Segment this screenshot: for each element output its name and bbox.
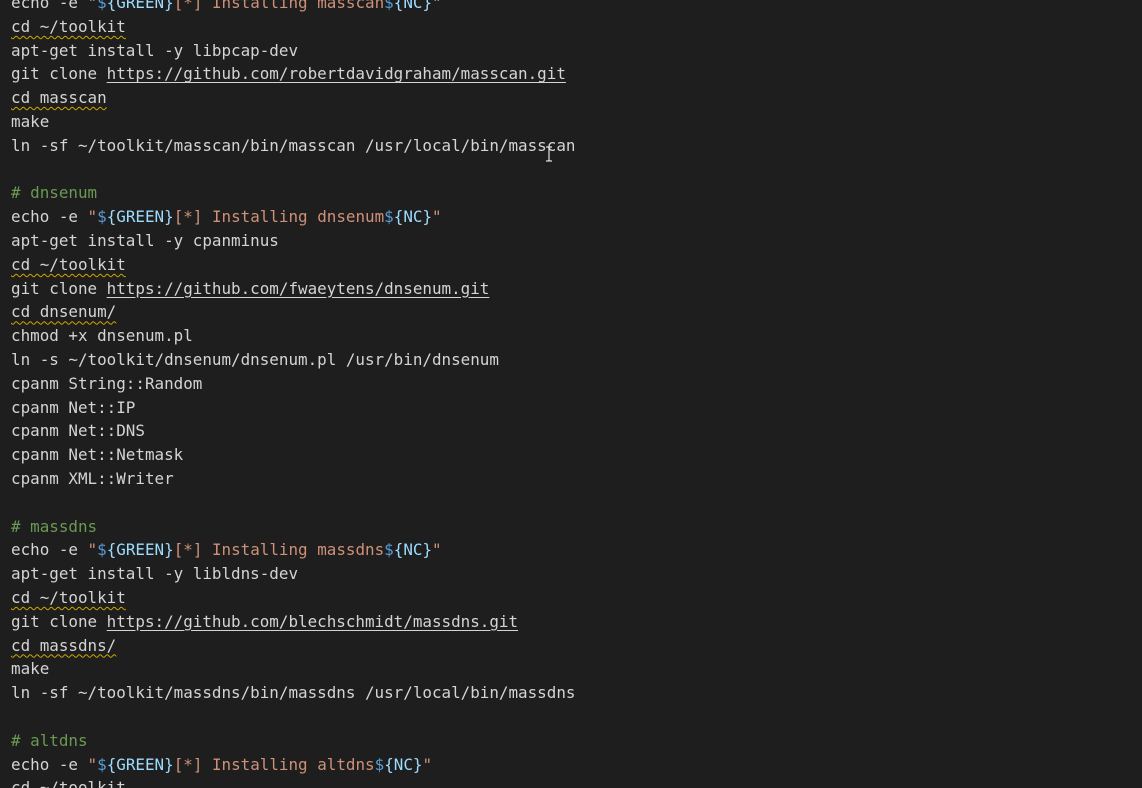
code-token: make <box>11 111 50 131</box>
code-line[interactable]: cd ~/toolkit <box>11 776 575 788</box>
code-line[interactable]: cd ~/toolkit <box>11 253 575 277</box>
string-literal: " <box>87 540 98 560</box>
code-line[interactable]: git clone https://github.com/robertdavid… <box>11 62 575 86</box>
code-line[interactable]: # altdns <box>11 729 575 753</box>
string-literal: " <box>432 540 442 560</box>
code-token: apt-get install -y libpcap-dev <box>11 40 299 60</box>
code-line[interactable]: make <box>11 657 575 681</box>
code-line[interactable]: ln -s ~/toolkit/dnsenum/dnsenum.pl /usr/… <box>11 348 575 372</box>
url-link[interactable]: https://github.com/blechschmidt/massdns.… <box>107 612 518 631</box>
string-literal: " <box>422 754 433 774</box>
code-line[interactable]: # dnsenum <box>11 181 575 205</box>
code-token: apt-get install -y cpanminus <box>11 230 279 250</box>
code-token: cpanm Net::IP <box>11 397 136 417</box>
variable-name: {GREEN} <box>106 754 174 774</box>
code-line[interactable]: cpanm Net::DNS <box>11 419 575 443</box>
string-literal: [*] Installing dnsenum <box>173 207 385 227</box>
string-literal: [*] Installing altdns <box>173 754 375 774</box>
code-line[interactable]: git clone https://github.com/blechschmid… <box>11 610 575 634</box>
variable-name: {NC} <box>384 754 423 774</box>
dollar-sign: $ <box>97 207 107 227</box>
blank-line[interactable] <box>11 491 575 515</box>
code-line[interactable]: cpanm Net::IP <box>11 396 575 420</box>
code-token: git clone <box>11 611 107 631</box>
code-line[interactable]: ln -sf ~/toolkit/masscan/bin/masscan /us… <box>11 134 575 158</box>
code-content[interactable]: echo -e "${GREEN}[*] Installing masscan$… <box>11 0 575 788</box>
string-literal: [*] Installing massdns <box>173 540 385 560</box>
variable-name: {NC} <box>393 0 433 12</box>
code-token: make <box>11 659 50 679</box>
warning-squiggle-text: cd ~/toolkit <box>11 254 126 274</box>
code-token: apt-get install -y libldns-dev <box>11 564 299 584</box>
blank-line[interactable] <box>11 158 575 182</box>
code-editor[interactable]: echo -e "${GREEN}[*] Installing masscan$… <box>0 0 1142 788</box>
code-token: echo -e <box>11 207 88 227</box>
warning-squiggle-text: cd ~/toolkit <box>11 587 126 607</box>
code-token: echo -e <box>11 540 88 560</box>
code-line[interactable]: cpanm Net::Netmask <box>11 443 575 467</box>
text-cursor-icon <box>546 146 552 162</box>
dollar-sign: $ <box>97 754 107 774</box>
code-token: echo -e <box>11 0 88 12</box>
variable-name: {GREEN} <box>106 207 174 227</box>
code-line[interactable]: cd masscan <box>11 86 575 110</box>
code-token: cpanm Net::DNS <box>11 421 145 441</box>
string-literal: " <box>87 754 98 774</box>
warning-squiggle-text: cd ~/toolkit <box>11 16 126 36</box>
variable-name: {GREEN} <box>106 540 174 560</box>
code-comment: # massdns <box>11 516 98 536</box>
code-line[interactable]: cpanm String::Random <box>11 372 575 396</box>
dollar-sign: $ <box>97 540 107 560</box>
variable-name: {NC} <box>393 207 433 227</box>
code-token: ln -sf ~/toolkit/massdns/bin/massdns /us… <box>11 683 576 703</box>
warning-squiggle-text: cd massdns/ <box>11 635 117 655</box>
string-literal: " <box>87 207 98 227</box>
code-token: ln -s ~/toolkit/dnsenum/dnsenum.pl /usr/… <box>11 349 499 369</box>
code-token: echo -e <box>11 754 88 774</box>
warning-squiggle-text: cd dnsenum/ <box>11 302 117 322</box>
code-line[interactable]: cd dnsenum/ <box>11 300 575 324</box>
string-literal: " <box>87 0 98 12</box>
code-token: git clone <box>11 64 107 84</box>
code-line[interactable]: git clone https://github.com/fwaeytens/d… <box>11 277 575 301</box>
code-line[interactable]: cd ~/toolkit <box>11 586 575 610</box>
code-comment: # altdns <box>11 730 88 750</box>
code-line[interactable]: chmod +x dnsenum.pl <box>11 324 575 348</box>
code-line[interactable]: make <box>11 110 575 134</box>
code-line[interactable]: ln -sf ~/toolkit/massdns/bin/massdns /us… <box>11 681 575 705</box>
url-link[interactable]: https://github.com/fwaeytens/dnsenum.git <box>107 279 490 298</box>
dollar-sign: $ <box>97 0 107 12</box>
url-link[interactable]: https://github.com/robertdavidgraham/mas… <box>107 64 566 83</box>
dollar-sign: $ <box>374 754 385 774</box>
code-line[interactable]: echo -e "${GREEN}[*] Installing massdns$… <box>11 538 575 562</box>
string-literal: " <box>432 0 442 12</box>
dollar-sign: $ <box>384 0 394 12</box>
dollar-sign: $ <box>384 207 394 227</box>
code-line[interactable]: apt-get install -y cpanminus <box>11 229 575 253</box>
code-line[interactable]: # massdns <box>11 515 575 539</box>
warning-squiggle-text: cd ~/toolkit <box>11 778 126 788</box>
code-comment: # dnsenum <box>11 183 98 203</box>
code-token: ln -sf ~/toolkit/masscan/bin/masscan /us… <box>11 135 576 155</box>
string-literal: [*] Installing masscan <box>173 0 385 12</box>
code-line[interactable]: cpanm XML::Writer <box>11 467 575 491</box>
code-line[interactable]: echo -e "${GREEN}[*] Installing altdns${… <box>11 753 575 777</box>
code-line[interactable]: cd massdns/ <box>11 634 575 658</box>
variable-name: {GREEN} <box>106 0 174 12</box>
dollar-sign: $ <box>384 540 394 560</box>
variable-name: {NC} <box>393 540 433 560</box>
code-token: chmod +x dnsenum.pl <box>11 326 193 346</box>
warning-squiggle-text: cd masscan <box>11 88 107 108</box>
code-line[interactable]: apt-get install -y libldns-dev <box>11 562 575 586</box>
code-token: cpanm Net::Netmask <box>11 445 184 465</box>
code-token: git clone <box>11 278 107 298</box>
string-literal: " <box>432 207 442 227</box>
code-token: cpanm XML::Writer <box>11 468 174 488</box>
code-line[interactable]: echo -e "${GREEN}[*] Installing masscan$… <box>11 0 575 15</box>
code-line[interactable]: cd ~/toolkit <box>11 15 575 39</box>
code-line[interactable]: echo -e "${GREEN}[*] Installing dnsenum$… <box>11 205 575 229</box>
code-line[interactable]: apt-get install -y libpcap-dev <box>11 39 575 63</box>
code-token: cpanm String::Random <box>11 373 203 393</box>
blank-line[interactable] <box>11 705 575 729</box>
